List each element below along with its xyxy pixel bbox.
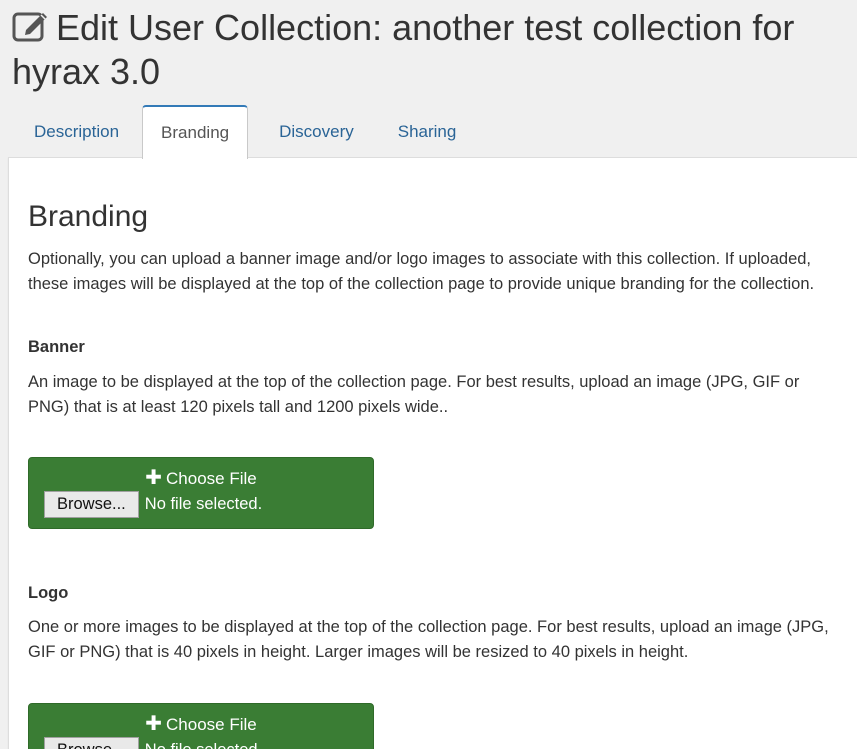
banner-file-status: No file selected. (144, 495, 263, 513)
plus-icon: ✚ (145, 713, 163, 735)
tab-sharing[interactable]: Sharing (372, 105, 475, 158)
tab-bar: Description Branding Discovery Sharing (8, 105, 475, 159)
branding-panel: Branding Optionally, you can upload a ba… (8, 157, 857, 749)
edit-collection-page: Edit User Collection: another test colle… (0, 0, 857, 749)
logo-choose-label: Choose File (166, 715, 257, 734)
banner-browse-button[interactable]: Browse... (44, 491, 139, 518)
tab-description[interactable]: Description (8, 105, 137, 158)
banner-description: An image to be displayed at the top of t… (28, 373, 800, 416)
branding-intro-text: Optionally, you can upload a banner imag… (28, 250, 815, 293)
tab-branding[interactable]: Branding (142, 105, 249, 159)
page-title: Edit User Collection: another test colle… (12, 6, 852, 94)
banner-label: Banner (28, 338, 85, 356)
section-heading: Branding (28, 200, 149, 233)
logo-browse-button[interactable]: Browse... (44, 737, 139, 749)
banner-upload-button[interactable]: ✚ Choose File Browse... No file selected. (28, 457, 374, 529)
logo-label: Logo (28, 584, 69, 602)
edit-icon (12, 12, 47, 42)
logo-file-input[interactable]: Browse... No file selected. (44, 737, 262, 749)
tab-discovery[interactable]: Discovery (253, 105, 372, 158)
logo-choose-file[interactable]: ✚ Choose File (29, 713, 373, 736)
banner-choose-label: Choose File (166, 469, 257, 488)
plus-icon: ✚ (145, 467, 163, 489)
logo-description: One or more images to be displayed at th… (28, 618, 829, 661)
page-title-text: Edit User Collection: another test colle… (12, 7, 795, 92)
logo-upload-button[interactable]: ✚Choose File Browse... No file selected. (28, 703, 374, 749)
banner-file-input[interactable]: Browse... No file selected. (44, 491, 262, 518)
logo-file-status: No file selected. (145, 741, 262, 749)
banner-choose-file[interactable]: ✚ Choose File (29, 467, 373, 490)
